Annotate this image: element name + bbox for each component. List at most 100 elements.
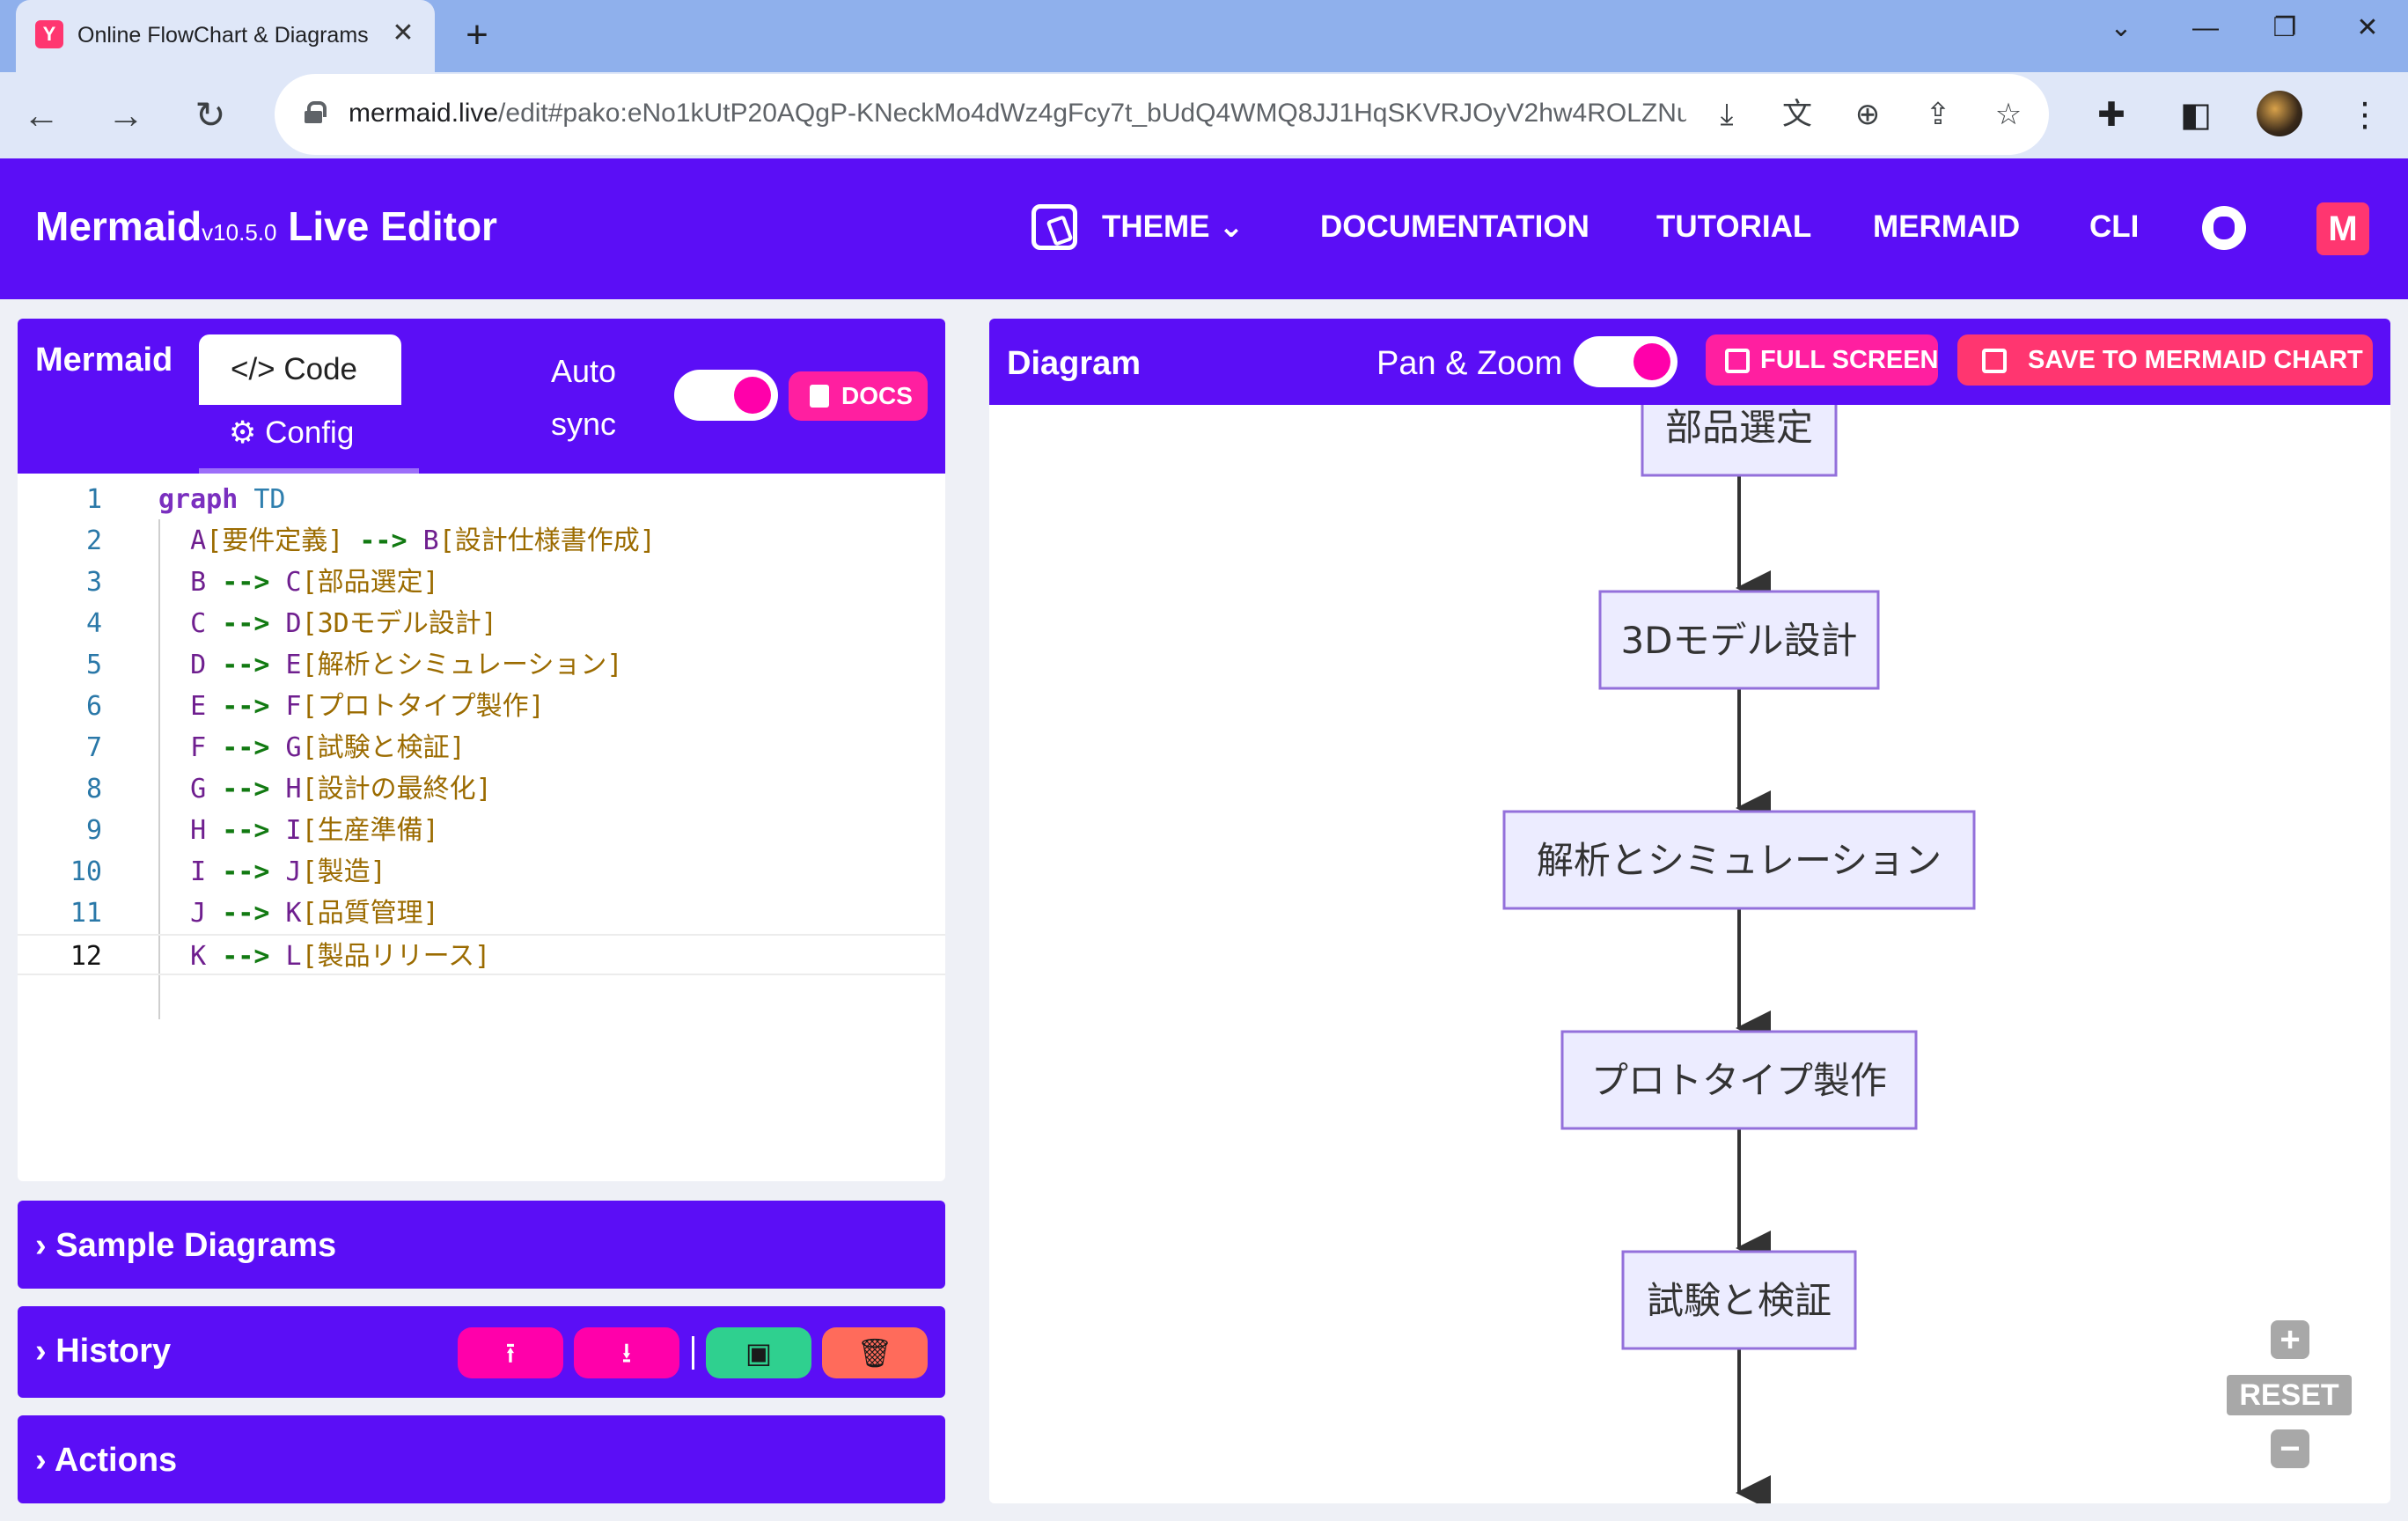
code-line[interactable]: 5 D --> E[解析とシミュレーション]: [18, 644, 945, 686]
sample-diagrams-accordion[interactable]: › Sample Diagrams: [18, 1201, 945, 1289]
code-line[interactable]: 3 B --> C[部品選定]: [18, 562, 945, 603]
save-to-mermaid-chart-button[interactable]: SAVE TO MERMAID CHART: [1957, 334, 2373, 386]
zoom-in-button[interactable]: +: [2271, 1320, 2309, 1359]
restore-button[interactable]: ❐: [2258, 7, 2311, 49]
minimize-button[interactable]: —: [2179, 7, 2232, 49]
code-text: K --> L[製品リリース]: [158, 936, 490, 977]
mermaid-chart-logo-icon: [1982, 349, 2007, 373]
tab-config[interactable]: ⚙ Config: [229, 415, 354, 451]
code-text: I --> J[製造]: [158, 851, 386, 893]
address-bar[interactable]: mermaid.live/edit#pako:eNo1kUtP20AQgP-KN…: [275, 74, 2049, 155]
code-token: [製品リリース]: [301, 941, 491, 972]
code-text: J --> K[品質管理]: [158, 893, 439, 934]
diagram-header: Diagram Pan & Zoom FULL SCREEN SAVE TO M…: [989, 319, 2390, 405]
code-token: -->: [206, 732, 286, 763]
code-text: E --> F[プロトタイプ製作]: [158, 686, 545, 727]
code-token: [生産準備]: [301, 815, 439, 846]
code-token: -->: [206, 941, 286, 972]
code-token: G: [158, 774, 207, 805]
mermaid-chart-icon[interactable]: M: [2316, 202, 2369, 255]
flow-node[interactable]: 部品選定: [1641, 377, 1838, 477]
code-token: -->: [206, 815, 286, 846]
close-window-button[interactable]: ✕: [2341, 7, 2394, 49]
code-line[interactable]: 8 G --> H[設計の最終化]: [18, 768, 945, 810]
new-tab-button[interactable]: +: [454, 12, 500, 58]
diagram-canvas[interactable]: 部品選定 3Dモデル設計解析とシミュレーション プロトタイプ製作 試験と検証 + RE…: [989, 377, 2390, 1503]
zoom-out-button[interactable]: −: [2271, 1429, 2309, 1468]
editor-title: Mermaid: [35, 342, 173, 378]
tab-search-chevron-icon[interactable]: ⌄: [2095, 7, 2147, 49]
code-line[interactable]: 2 A[要件定義] --> B[設計仕様書作成]: [18, 520, 945, 562]
url-text[interactable]: mermaid.live/edit#pako:eNo1kUtP20AQgP-KN…: [349, 99, 1686, 129]
app-brand[interactable]: Mermaidv10.5.0 Live Editor: [35, 202, 497, 250]
code-token: B: [422, 525, 439, 556]
browser-menu-icon[interactable]: ⋮: [2341, 92, 2389, 139]
nav-tutorial[interactable]: TUTORIAL: [1656, 209, 1811, 245]
code-icon: </>: [231, 352, 275, 386]
code-line[interactable]: 11 J --> K[品質管理]: [18, 893, 945, 934]
flow-node[interactable]: 試験と検証: [1621, 1250, 1857, 1350]
code-line[interactable]: 9 H --> I[生産準備]: [18, 810, 945, 851]
code-token: I: [285, 815, 302, 846]
code-line[interactable]: 7 F --> G[試験と検証]: [18, 727, 945, 768]
tab-code[interactable]: </> Code: [199, 334, 401, 405]
browser-tab[interactable]: Y Online FlowChart & Diagrams ✕: [16, 0, 435, 72]
nav-cli[interactable]: CLI: [2089, 209, 2139, 245]
code-line[interactable]: 4 C --> D[3Dモデル設計]: [18, 603, 945, 644]
profile-avatar[interactable]: [2257, 91, 2302, 136]
code-token: K: [285, 898, 302, 929]
forward-icon[interactable]: →: [102, 92, 150, 139]
history-accordion[interactable]: › History ⭱ ⭳ ▣ 🗑: [18, 1306, 945, 1398]
save-history-button[interactable]: ▣: [706, 1327, 811, 1378]
translate-icon[interactable]: 文: [1776, 93, 1818, 136]
nav-theme[interactable]: THEME ⌄: [1102, 209, 1244, 245]
actions-accordion[interactable]: › Actions: [18, 1415, 945, 1503]
code-text: H --> I[生産準備]: [158, 810, 439, 851]
palette-icon[interactable]: [1031, 204, 1077, 250]
code-line[interactable]: 10 I --> J[製造]: [18, 851, 945, 893]
upload-history-button[interactable]: ⭱: [458, 1327, 563, 1378]
code-line[interactable]: 1 graph TD: [18, 479, 945, 520]
reload-icon[interactable]: ↻: [187, 92, 234, 139]
pan-zoom-toggle[interactable]: [1574, 336, 1678, 387]
extensions-puzzle-icon[interactable]: ✚: [2088, 92, 2135, 139]
line-number: 7: [85, 732, 102, 763]
flow-node[interactable]: プロトタイプ製作: [1560, 1030, 1918, 1130]
install-app-icon[interactable]: ⤓: [1706, 93, 1748, 136]
bookmark-star-icon[interactable]: ☆: [1987, 93, 2030, 136]
download-history-button[interactable]: ⭳: [574, 1327, 679, 1378]
code-token: D: [285, 608, 302, 639]
flow-node[interactable]: 解析とシミュレーション: [1502, 810, 1976, 910]
flow-node[interactable]: 3Dモデル設計: [1598, 590, 1880, 690]
external-link-icon: [1725, 349, 1750, 373]
code-token: D: [158, 650, 207, 680]
github-icon[interactable]: [2202, 206, 2246, 250]
gears-icon: ⚙: [229, 415, 257, 450]
auto-sync-toggle[interactable]: [674, 370, 778, 421]
full-screen-button[interactable]: FULL SCREEN: [1706, 334, 1938, 386]
code-token: E: [285, 650, 302, 680]
line-number: 3: [85, 567, 102, 598]
code-line[interactable]: 6 E --> F[プロトタイプ製作]: [18, 686, 945, 727]
delete-history-button[interactable]: 🗑: [822, 1327, 928, 1378]
code-token: [部品選定]: [301, 567, 439, 598]
nav-mermaid[interactable]: MERMAID: [1873, 209, 2020, 245]
lock-icon[interactable]: [305, 101, 327, 123]
code-token: F: [285, 691, 302, 722]
code-text: D --> E[解析とシミュレーション]: [158, 644, 622, 686]
flow-node-label: 3Dモデル設計: [1620, 619, 1857, 662]
code-token: L: [285, 941, 302, 972]
back-icon[interactable]: ←: [18, 92, 65, 139]
code-editor[interactable]: 1 graph TD 2 A[要件定義] --> B[設計仕様書作成] 3 B -->…: [18, 474, 945, 1169]
nav-documentation[interactable]: DOCUMENTATION: [1320, 209, 1589, 245]
close-tab-icon[interactable]: ✕: [385, 16, 421, 51]
book-icon: [810, 385, 829, 408]
flowchart-svg[interactable]: 部品選定 3Dモデル設計解析とシミュレーションプロトタイプ製作試験と検証: [989, 377, 2390, 1503]
code-line[interactable]: 12 K --> L[製品リリース]: [18, 934, 945, 975]
tab-title: Online FlowChart & Diagrams: [77, 23, 368, 48]
reset-zoom-button[interactable]: RESET: [2227, 1375, 2352, 1415]
share-icon[interactable]: ⇪: [1917, 93, 1959, 136]
side-panel-icon[interactable]: ◧: [2172, 92, 2220, 139]
docs-button[interactable]: DOCS: [789, 371, 928, 421]
zoom-icon[interactable]: ⊕: [1846, 93, 1889, 136]
